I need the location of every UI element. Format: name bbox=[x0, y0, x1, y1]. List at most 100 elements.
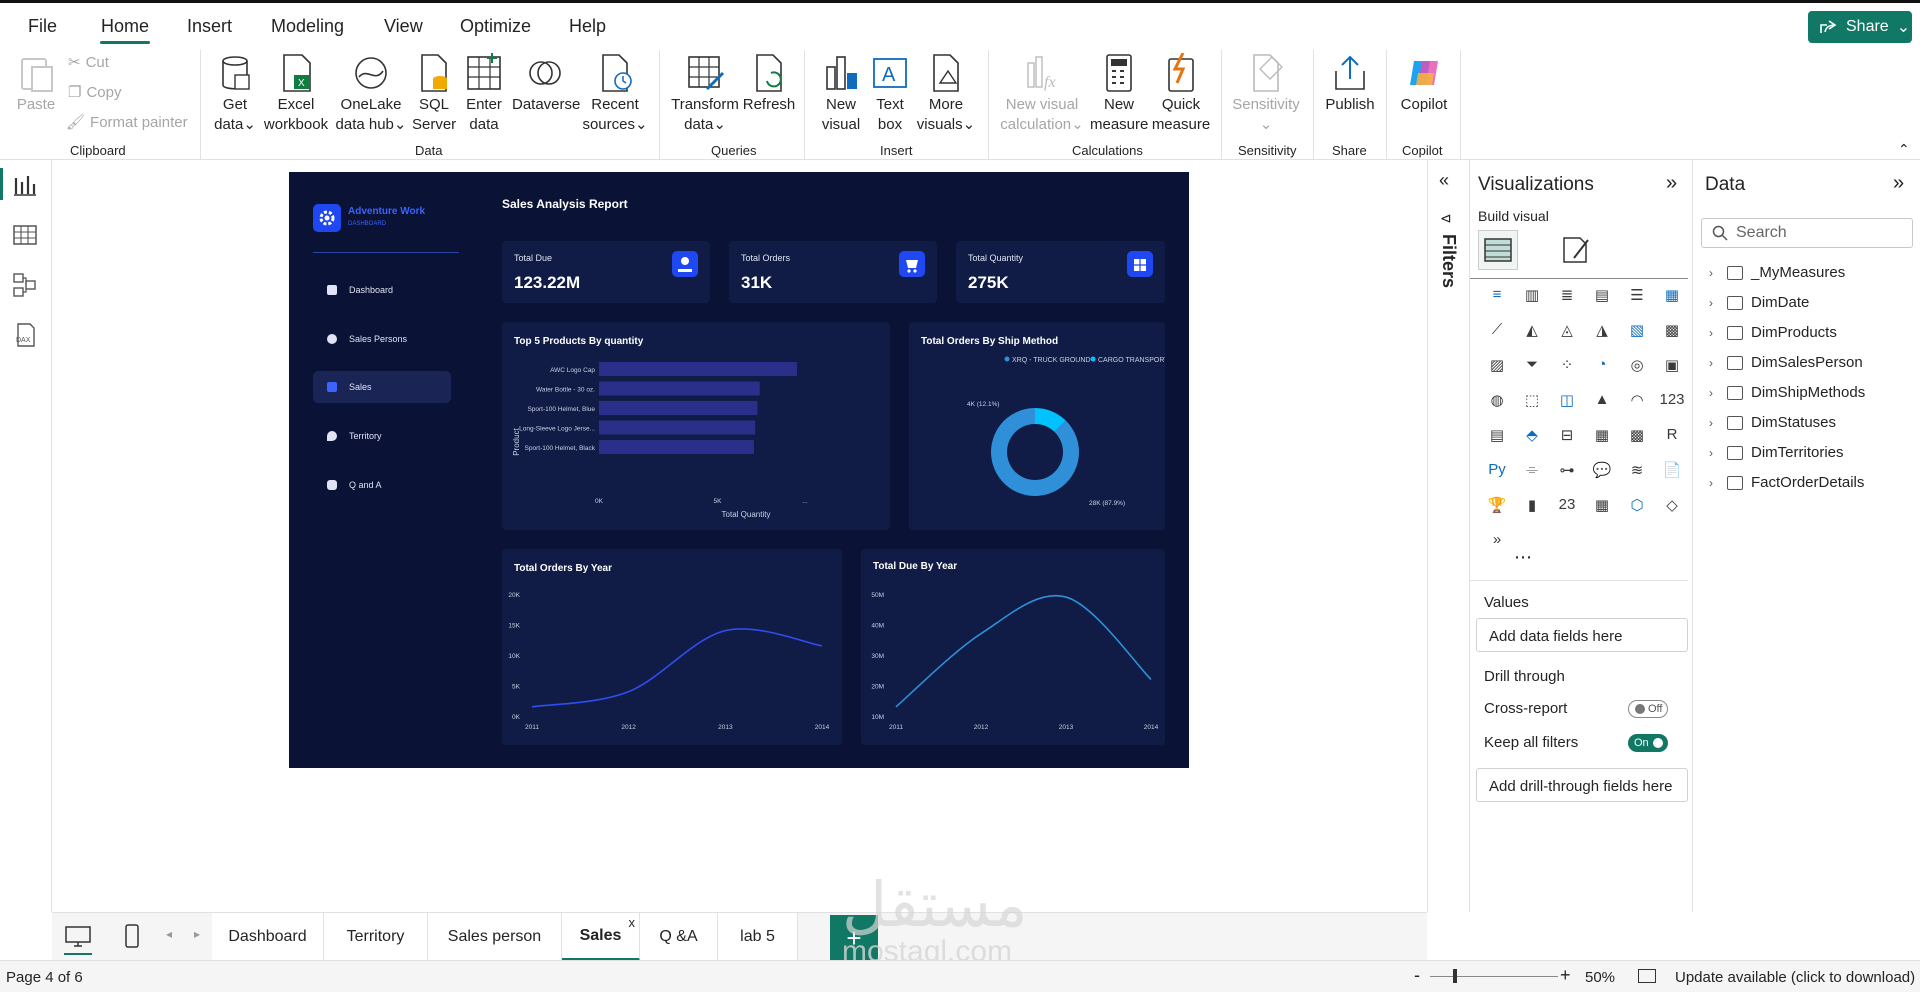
sensitivity-button[interactable]: Sensitivity ⌄ bbox=[1228, 53, 1304, 135]
shape-map-icon[interactable]: ◫ bbox=[1554, 391, 1580, 415]
map-icon[interactable]: ◍ bbox=[1484, 391, 1510, 415]
nav-q-and-a[interactable]: Q and A bbox=[313, 469, 451, 501]
onelake-button[interactable]: OneLake data hub⌄ bbox=[334, 53, 408, 135]
zoom-out-button[interactable]: - bbox=[1414, 965, 1420, 986]
matrix-icon[interactable]: ▩ bbox=[1624, 426, 1650, 450]
chevron-right-icon[interactable]: › bbox=[1709, 266, 1719, 280]
waterfall-icon[interactable]: ▨ bbox=[1484, 356, 1510, 380]
card-ship-method[interactable]: Total Orders By Ship Method XRQ - TRUCK … bbox=[909, 322, 1174, 530]
line-column-icon[interactable]: ▧ bbox=[1624, 321, 1650, 345]
nav-territory[interactable]: Territory bbox=[313, 420, 451, 452]
table-item[interactable]: › DimSalesPerson bbox=[1709, 354, 1863, 371]
menu-home[interactable]: Home bbox=[101, 16, 149, 37]
qa-icon[interactable]: 💬 bbox=[1589, 461, 1615, 485]
report-page[interactable]: Adventure Work DASHBOARD Dashboard Sales… bbox=[289, 172, 1189, 768]
fit-to-page-icon[interactable] bbox=[1638, 969, 1656, 983]
model-view-icon[interactable] bbox=[12, 272, 38, 298]
get-data-button[interactable]: Get data⌄ bbox=[210, 53, 260, 135]
page-tab-qa[interactable]: Q &A bbox=[640, 913, 718, 961]
narrative-icon[interactable]: ≋ bbox=[1624, 461, 1650, 485]
scatter-icon[interactable]: ⁘ bbox=[1554, 356, 1580, 380]
metrics-icon[interactable]: ▮ bbox=[1519, 496, 1545, 520]
chevron-right-icon[interactable]: › bbox=[1709, 356, 1719, 370]
100-bar-icon[interactable]: ☰ bbox=[1624, 286, 1650, 310]
mobile-layout-icon[interactable] bbox=[124, 923, 140, 954]
share-button[interactable]: Share ⌄ bbox=[1808, 11, 1912, 43]
menu-view[interactable]: View bbox=[384, 16, 423, 37]
power-apps-icon[interactable]: ⬡ bbox=[1624, 496, 1650, 520]
report-view-icon[interactable] bbox=[12, 172, 38, 198]
chevron-right-icon[interactable]: › bbox=[1709, 416, 1719, 430]
card-new-icon[interactable]: 23 bbox=[1554, 496, 1580, 520]
copy-button[interactable]: ❐ Copy bbox=[68, 83, 121, 102]
format-visual-tab[interactable] bbox=[1560, 234, 1592, 271]
power-automate-icon[interactable]: ◇ bbox=[1659, 496, 1685, 520]
new-visual-calculation-button[interactable]: fx New visual calculation⌄ bbox=[996, 53, 1088, 135]
chevron-right-icon[interactable]: › bbox=[1709, 446, 1719, 460]
trophy-icon[interactable]: 🏆 bbox=[1484, 496, 1510, 520]
nav-sales-persons[interactable]: Sales Persons bbox=[313, 323, 451, 355]
kpi-card-total-quantity[interactable]: Total Quantity 275K bbox=[956, 241, 1165, 303]
menu-help[interactable]: Help bbox=[569, 16, 606, 37]
dataverse-button[interactable]: Dataverse bbox=[512, 53, 580, 115]
close-icon[interactable]: x bbox=[629, 915, 636, 930]
format-painter-button[interactable]: 🖌 Format painter bbox=[66, 113, 188, 132]
table-item[interactable]: › DimProducts bbox=[1709, 324, 1837, 341]
stacked-bar-icon[interactable]: ≡ bbox=[1484, 286, 1510, 310]
chevron-right-icon[interactable]: › bbox=[1709, 296, 1719, 310]
kpi-icon[interactable]: ⬘ bbox=[1519, 426, 1545, 450]
donut-icon[interactable]: ◎ bbox=[1624, 356, 1650, 380]
text-box-button[interactable]: A Text box bbox=[868, 53, 912, 135]
paginated-icon[interactable]: 📄 bbox=[1659, 461, 1685, 485]
collapse-pane-icon[interactable]: » bbox=[1666, 172, 1677, 195]
ribbon-icon[interactable]: ▩ bbox=[1659, 321, 1685, 345]
table-item[interactable]: › DimDate bbox=[1709, 294, 1809, 311]
scroll-left-icon[interactable]: ◂ bbox=[166, 927, 172, 941]
new-visual-button[interactable]: New visual bbox=[816, 53, 866, 135]
card-top-products[interactable]: Top 5 Products By quantity Product Total… bbox=[502, 322, 890, 530]
page-tab-sales[interactable]: Sales x bbox=[562, 913, 640, 961]
filled-map-icon[interactable]: ⬚ bbox=[1519, 391, 1545, 415]
expand-filters-icon[interactable]: « bbox=[1439, 170, 1449, 191]
line-icon[interactable]: ⟋ bbox=[1484, 321, 1510, 345]
table-view-icon[interactable] bbox=[12, 222, 38, 248]
multi-row-card-icon[interactable]: ▤ bbox=[1484, 426, 1510, 450]
dax-query-view-icon[interactable]: DAX bbox=[12, 322, 38, 348]
menu-optimize[interactable]: Optimize bbox=[460, 16, 531, 37]
table-item[interactable]: › DimShipMethods bbox=[1709, 384, 1865, 401]
sql-server-button[interactable]: SQL Server bbox=[412, 53, 456, 135]
funnel-icon[interactable]: ⏷ bbox=[1519, 356, 1545, 380]
table-icon[interactable]: ▦ bbox=[1589, 426, 1615, 450]
r-visual-icon[interactable]: R bbox=[1659, 426, 1685, 450]
collapse-pane-icon[interactable]: » bbox=[1893, 172, 1904, 195]
add-drill-through-well[interactable]: Add drill-through fields here bbox=[1476, 768, 1688, 802]
enter-data-button[interactable]: Enter data bbox=[460, 53, 508, 135]
refresh-button[interactable]: Refresh bbox=[742, 53, 796, 115]
menu-insert[interactable]: Insert bbox=[187, 16, 232, 37]
copilot-button[interactable]: Copilot bbox=[1394, 53, 1454, 115]
kpi-card-total-due[interactable]: Total Due 123.22M bbox=[502, 241, 710, 303]
scroll-right-icon[interactable]: ▸ bbox=[194, 927, 200, 941]
keep-filters-toggle[interactable]: On bbox=[1628, 734, 1668, 752]
clustered-column-icon[interactable]: ▤ bbox=[1589, 286, 1615, 310]
key-influencers-icon[interactable]: ⌯ bbox=[1519, 461, 1545, 485]
chevron-right-icon[interactable]: › bbox=[1709, 386, 1719, 400]
new-measure-button[interactable]: New measure bbox=[1090, 53, 1148, 135]
area-icon[interactable]: ◭ bbox=[1519, 321, 1545, 345]
gauge-icon[interactable]: ◠ bbox=[1624, 391, 1650, 415]
stacked-column-icon[interactable]: ▥ bbox=[1519, 286, 1545, 310]
search-input[interactable]: Search bbox=[1701, 218, 1913, 248]
recent-sources-button[interactable]: Recent sources⌄ bbox=[582, 53, 648, 135]
azure-ml-icon[interactable]: » bbox=[1484, 531, 1510, 555]
table-item[interactable]: › DimTerritories bbox=[1709, 444, 1844, 461]
python-visual-icon[interactable]: Py bbox=[1484, 461, 1510, 485]
more-options-icon[interactable]: ⋯ bbox=[1514, 547, 1532, 568]
table-item[interactable]: › _MyMeasures bbox=[1709, 264, 1845, 281]
card-icon[interactable]: 123 bbox=[1659, 391, 1685, 415]
100-area-icon[interactable]: ◮ bbox=[1589, 321, 1615, 345]
add-data-field-well[interactable]: Add data fields here bbox=[1476, 618, 1688, 652]
collapse-ribbon-icon[interactable]: ⌃ bbox=[1898, 141, 1910, 158]
slicer-new-icon[interactable]: ▦ bbox=[1589, 496, 1615, 520]
page-tab-territory[interactable]: Territory bbox=[324, 913, 428, 961]
cross-report-toggle[interactable]: Off bbox=[1628, 700, 1668, 718]
